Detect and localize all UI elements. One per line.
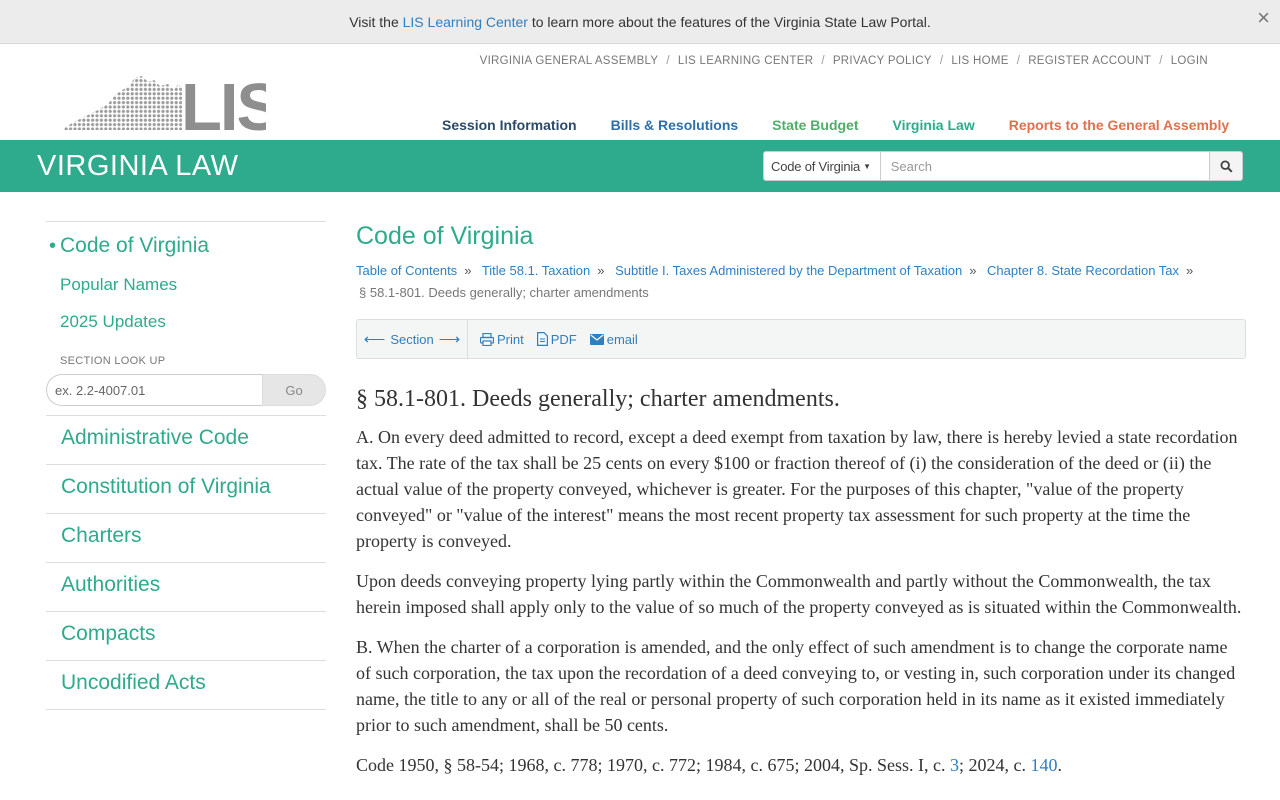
notice-banner: Visit the LIS Learning Center to learn m… <box>0 0 1280 44</box>
util-link-general-assembly[interactable]: VIRGINIA GENERAL ASSEMBLY <box>480 55 659 67</box>
sidebar-item-constitution[interactable]: Constitution of Virginia <box>46 465 326 514</box>
print-label: Print <box>497 331 524 347</box>
util-link-privacy-policy[interactable]: PRIVACY POLICY <box>833 55 932 67</box>
history-link-chapter-140[interactable]: 140 <box>1030 755 1057 775</box>
envelope-icon <box>589 333 604 345</box>
breadcrumb-table-of-contents[interactable]: Table of Contents <box>356 263 457 278</box>
util-link-learning-center[interactable]: LIS LEARNING CENTER <box>678 55 813 67</box>
breadcrumb: Table of Contents » Title 58.1. Taxation »… <box>356 260 1246 304</box>
lis-logo[interactable]: LIS <box>64 70 282 145</box>
util-separator: / <box>821 55 825 67</box>
sidebar-item-label: Code of Virginia <box>60 234 210 257</box>
arrow-left-icon[interactable]: ⟵ <box>364 330 386 348</box>
breadcrumb-current: § 58.1-801. Deeds generally; charter ame… <box>359 285 649 300</box>
util-separator: / <box>1016 55 1021 67</box>
sidebar-item-authorities[interactable]: Authorities <box>46 563 326 612</box>
section-toolbar: ⟵ Section ⟶ Print PDF email <box>356 319 1246 359</box>
active-bullet-icon: • <box>49 235 57 257</box>
sidebar-item-administrative-code[interactable]: Administrative Code <box>46 416 326 465</box>
caret-down-icon: ▼ <box>863 161 871 171</box>
search-input[interactable] <box>880 151 1211 181</box>
email-button[interactable]: email <box>589 331 638 347</box>
arrow-right-icon[interactable]: ⟶ <box>439 330 461 348</box>
law-paragraph: B. When the charter of a corporation is … <box>356 637 1236 735</box>
section-nav-label: Section <box>390 331 434 347</box>
print-icon <box>480 332 494 346</box>
history-link-chapter-3[interactable]: 3 <box>950 755 959 775</box>
main-nav: Session Information Bills & Resolutions … <box>442 117 1263 133</box>
email-label: email <box>606 331 638 347</box>
search-scope-label: Code of Virginia <box>771 158 861 174</box>
page-title: Code of Virginia <box>356 222 534 250</box>
util-separator: / <box>1159 55 1163 67</box>
law-paragraph: Upon deeds conveying property lying part… <box>356 571 1242 617</box>
sidebar-item-compacts[interactable]: Compacts <box>46 612 326 661</box>
search-scope-dropdown[interactable]: Code of Virginia ▼ <box>763 151 881 181</box>
nav-virginia-law[interactable]: Virginia Law <box>893 117 975 133</box>
law-paragraph: A. On every deed admitted to record, exc… <box>356 427 1238 551</box>
breadcrumb-separator: » <box>597 263 605 278</box>
util-link-lis-home[interactable]: LIS HOME <box>951 55 1008 67</box>
search-button[interactable] <box>1210 151 1244 181</box>
section-lookup-label: SECTION LOOK UP <box>60 355 166 367</box>
util-link-register[interactable]: REGISTER ACCOUNT <box>1028 55 1151 67</box>
law-text: § 58.1-801. Deeds generally; charter ame… <box>356 386 1246 778</box>
util-separator: / <box>939 55 944 67</box>
breadcrumb-separator: » <box>1186 263 1194 278</box>
breadcrumb-subtitle[interactable]: Subtitle I. Taxes Administered by the De… <box>615 263 962 278</box>
main-content: Code of Virginia Table of Contents » Titl… <box>356 221 1246 778</box>
pdf-file-icon <box>536 332 548 346</box>
pdf-button[interactable]: PDF <box>536 331 577 347</box>
print-button[interactable]: Print <box>480 332 524 347</box>
util-separator: / <box>666 55 670 67</box>
sidebar-item-2025-updates[interactable]: 2025 Updates <box>46 312 326 332</box>
history-suffix: . <box>1057 755 1062 775</box>
breadcrumb-chapter[interactable]: Chapter 8. State Recordation Tax <box>987 263 1179 278</box>
util-link-login[interactable]: LOGIN <box>1171 55 1208 67</box>
history-citation: Code 1950, § 58-54; 1968, c. 778; 1970, … <box>356 752 1246 778</box>
nav-bills-resolutions[interactable]: Bills & Resolutions <box>611 117 739 133</box>
breadcrumb-title[interactable]: Title 58.1. Taxation <box>482 263 590 278</box>
sidebar: • Code of Virginia Popular Names 2025 Up… <box>46 221 326 710</box>
section-lookup-input[interactable] <box>46 374 262 406</box>
notice-learning-center-link[interactable]: LIS Learning Center <box>403 14 528 30</box>
section-heading: § 58.1-801. Deeds generally; charter ame… <box>356 386 840 412</box>
virginia-map-logo-icon: LIS <box>64 70 282 145</box>
utility-nav: VIRGINIA GENERAL ASSEMBLY / LIS LEARNING … <box>480 55 1208 67</box>
search-bar: Code of Virginia ▼ <box>763 151 1244 181</box>
section-header-bar: VIRGINIA LAW Code of Virginia ▼ <box>0 140 1280 192</box>
section-lookup: Go <box>46 374 326 406</box>
history-prefix: Code 1950, § 58-54; 1968, c. 778; 1970, … <box>356 755 946 775</box>
nav-state-budget[interactable]: State Budget <box>772 117 858 133</box>
logo-text: LIS <box>181 74 266 132</box>
breadcrumb-separator: » <box>969 263 977 278</box>
search-icon <box>1220 159 1233 173</box>
nav-session-information[interactable]: Session Information <box>442 117 577 133</box>
notice-prefix: Visit the <box>349 13 399 30</box>
section-navigator: ⟵ Section ⟶ <box>357 320 468 358</box>
sidebar-item-code-of-virginia[interactable]: • Code of Virginia <box>46 222 326 258</box>
breadcrumb-separator: » <box>464 263 472 278</box>
sidebar-item-charters[interactable]: Charters <box>46 514 326 563</box>
section-title: VIRGINIA LAW <box>37 150 239 182</box>
notice-suffix: to learn more about the features of the … <box>531 13 931 30</box>
sidebar-item-uncodified-acts[interactable]: Uncodified Acts <box>46 661 326 710</box>
close-icon[interactable]: × <box>1257 7 1270 29</box>
pdf-label: PDF <box>550 331 577 347</box>
section-lookup-go-button[interactable]: Go <box>262 374 326 406</box>
nav-reports[interactable]: Reports to the General Assembly <box>1009 117 1229 133</box>
sidebar-item-popular-names[interactable]: Popular Names <box>46 275 326 295</box>
sidebar-group-list: Administrative Code Constitution of Virg… <box>46 415 326 710</box>
history-middle: ; 2024, c. <box>958 755 1026 775</box>
